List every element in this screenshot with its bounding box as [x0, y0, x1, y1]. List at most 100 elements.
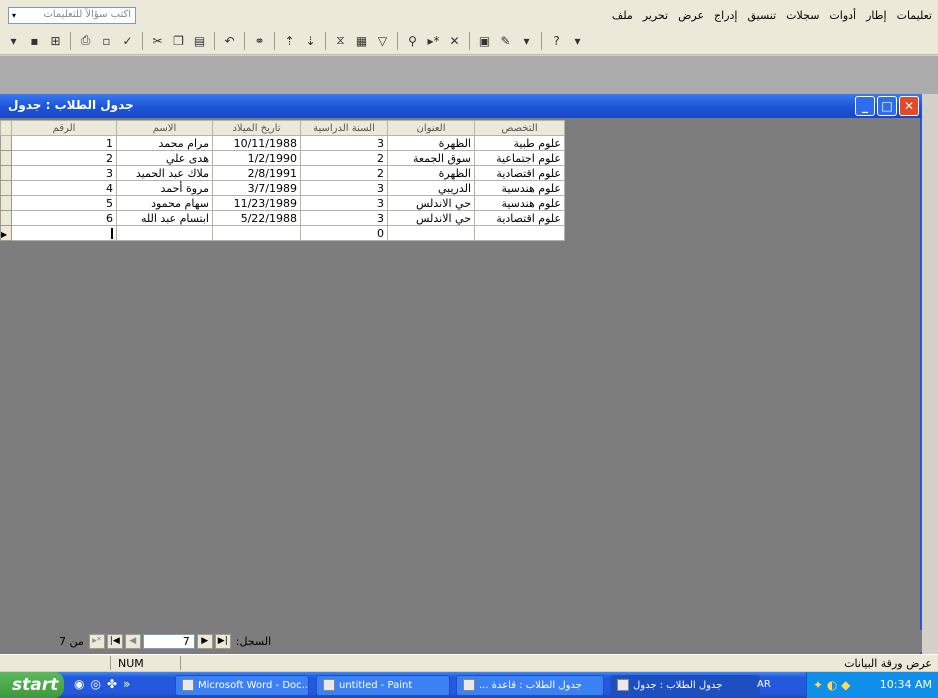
search-file-icon[interactable]: ⊞	[46, 31, 65, 50]
start-button[interactable]: start	[0, 672, 64, 698]
address-cell[interactable]: سوق الجمعة	[387, 150, 475, 166]
major-cell[interactable]: علوم اقتصادية	[474, 165, 565, 181]
print-preview-icon[interactable]: ▫	[97, 31, 116, 50]
database-window-icon[interactable]: ▣	[475, 31, 494, 50]
year-cell[interactable]: 0	[300, 225, 388, 241]
id-cell[interactable]: 3	[11, 165, 117, 181]
address-cell[interactable]	[387, 225, 475, 241]
id-cell-editing[interactable]	[11, 225, 117, 241]
window-title-bar[interactable]: جدول الطلاب : جدول _ □ ✕	[0, 94, 922, 118]
name-cell[interactable]: هدى علي	[116, 150, 213, 166]
select-all-cell[interactable]	[0, 120, 12, 136]
language-indicator[interactable]: AR	[757, 679, 771, 690]
address-cell[interactable]: الظهرة	[387, 135, 475, 151]
paste-icon[interactable]: ▤	[190, 31, 209, 50]
chevron-down-icon[interactable]: ▾	[8, 7, 20, 24]
task-access-db[interactable]: ... جدول الطلاب : قاعدة	[456, 675, 604, 696]
menu-edit[interactable]: تحرير	[643, 9, 668, 22]
previous-record-button[interactable]: ▶	[196, 633, 213, 649]
cut-icon[interactable]: ✂	[148, 31, 167, 50]
messenger-icon[interactable]: ✤	[107, 677, 117, 691]
sort-ascending-icon[interactable]: ⇡	[280, 31, 299, 50]
column-header[interactable]: الرقم	[11, 120, 117, 136]
birthdate-cell[interactable]	[212, 225, 301, 241]
maximize-button[interactable]: □	[877, 96, 897, 116]
birthdate-cell[interactable]: 1/2/1990	[212, 150, 301, 166]
new-record-icon[interactable]: ▸*	[424, 31, 443, 50]
year-cell[interactable]: 2	[300, 165, 388, 181]
spelling-icon[interactable]: ✓	[118, 31, 137, 50]
id-cell[interactable]: 1	[11, 135, 117, 151]
view-dropdown-icon[interactable]: ▾	[4, 31, 23, 50]
current-record-field[interactable]: 7	[142, 633, 195, 649]
id-cell[interactable]: 4	[11, 180, 117, 196]
apply-filter-icon[interactable]: ▽	[373, 31, 392, 50]
year-cell[interactable]: 3	[300, 180, 388, 196]
address-cell[interactable]: الظهرة	[387, 165, 475, 181]
menu-view[interactable]: عرض	[678, 9, 704, 22]
menu-format[interactable]: تنسيق	[747, 9, 776, 22]
ie-icon[interactable]: ◉	[74, 677, 84, 691]
save-icon[interactable]: ▪	[25, 31, 44, 50]
year-cell[interactable]: 2	[300, 150, 388, 166]
id-cell[interactable]: 5	[11, 195, 117, 211]
name-cell[interactable]: سهام محمود	[116, 195, 213, 211]
chevron-down-icon[interactable]: ▾	[517, 31, 536, 50]
clock[interactable]: 10:34 AM	[880, 678, 932, 691]
birthdate-cell[interactable]: 3/7/1989	[212, 180, 301, 196]
column-header[interactable]: العنوان	[387, 120, 475, 136]
menu-window[interactable]: إطار	[866, 9, 886, 22]
last-record-button[interactable]: |◀	[106, 633, 123, 649]
print-icon[interactable]: ⎙	[76, 31, 95, 50]
menu-insert[interactable]: إدراج	[714, 9, 737, 22]
birthdate-cell[interactable]: 11/23/1989	[212, 195, 301, 211]
name-cell[interactable]: مرام محمد	[116, 135, 213, 151]
new-record-nav-button[interactable]: ▸*	[88, 633, 105, 649]
major-cell[interactable]: علوم اقتصادية	[474, 210, 565, 226]
row-selector[interactable]	[0, 135, 12, 151]
id-cell[interactable]: 6	[11, 210, 117, 226]
address-cell[interactable]: حي الاندلس	[387, 210, 475, 226]
major-cell[interactable]: علوم طبية	[474, 135, 565, 151]
menu-help[interactable]: تعليمات	[897, 9, 932, 22]
find-icon[interactable]: ⚲	[403, 31, 422, 50]
name-cell[interactable]	[116, 225, 213, 241]
task-paint[interactable]: untitled - Paint	[316, 675, 450, 696]
id-cell[interactable]: 2	[11, 150, 117, 166]
birthdate-cell[interactable]: 2/8/1991	[212, 165, 301, 181]
media-player-icon[interactable]: ◎	[90, 677, 100, 691]
minimize-button[interactable]: _	[855, 96, 875, 116]
major-cell[interactable]: علوم اجتماعية	[474, 150, 565, 166]
column-header[interactable]: تاريخ الميلاد	[212, 120, 301, 136]
row-selector[interactable]	[0, 180, 12, 196]
name-cell[interactable]: ملاك عبد الحميد	[116, 165, 213, 181]
row-selector[interactable]	[0, 165, 12, 181]
year-cell[interactable]: 3	[300, 210, 388, 226]
birthdate-cell[interactable]: 10/11/1988	[212, 135, 301, 151]
current-record-selector[interactable]: ▶	[0, 225, 12, 241]
first-record-button[interactable]: ▶|	[214, 633, 231, 649]
filter-by-form-icon[interactable]: ▦	[352, 31, 371, 50]
sort-descending-icon[interactable]: ⇣	[301, 31, 320, 50]
major-cell[interactable]: علوم هندسية	[474, 180, 565, 196]
undo-icon[interactable]: ↶	[220, 31, 239, 50]
row-selector[interactable]	[0, 150, 12, 166]
birthdate-cell[interactable]: 5/22/1988	[212, 210, 301, 226]
year-cell[interactable]: 3	[300, 195, 388, 211]
hyperlink-icon[interactable]: ⚭	[250, 31, 269, 50]
menu-file[interactable]: ملف	[612, 9, 633, 22]
column-header[interactable]: التخصص	[474, 120, 565, 136]
new-object-icon[interactable]: ✎	[496, 31, 515, 50]
close-button[interactable]: ✕	[899, 96, 919, 116]
toolbar-options-icon[interactable]: ▾	[568, 31, 587, 50]
name-cell[interactable]: مروة أحمد	[116, 180, 213, 196]
help-search-input[interactable]: اكتب سؤالاً للتعليمات	[8, 7, 136, 24]
copy-icon[interactable]: ❐	[169, 31, 188, 50]
name-cell[interactable]: ابتسام عبد الله	[116, 210, 213, 226]
filter-by-selection-icon[interactable]: ⧖	[331, 31, 350, 50]
row-selector[interactable]	[0, 195, 12, 211]
column-header[interactable]: السنة الدراسية	[300, 120, 388, 136]
menu-records[interactable]: سجلات	[786, 9, 819, 22]
row-selector[interactable]	[0, 210, 12, 226]
delete-record-icon[interactable]: ✕	[445, 31, 464, 50]
